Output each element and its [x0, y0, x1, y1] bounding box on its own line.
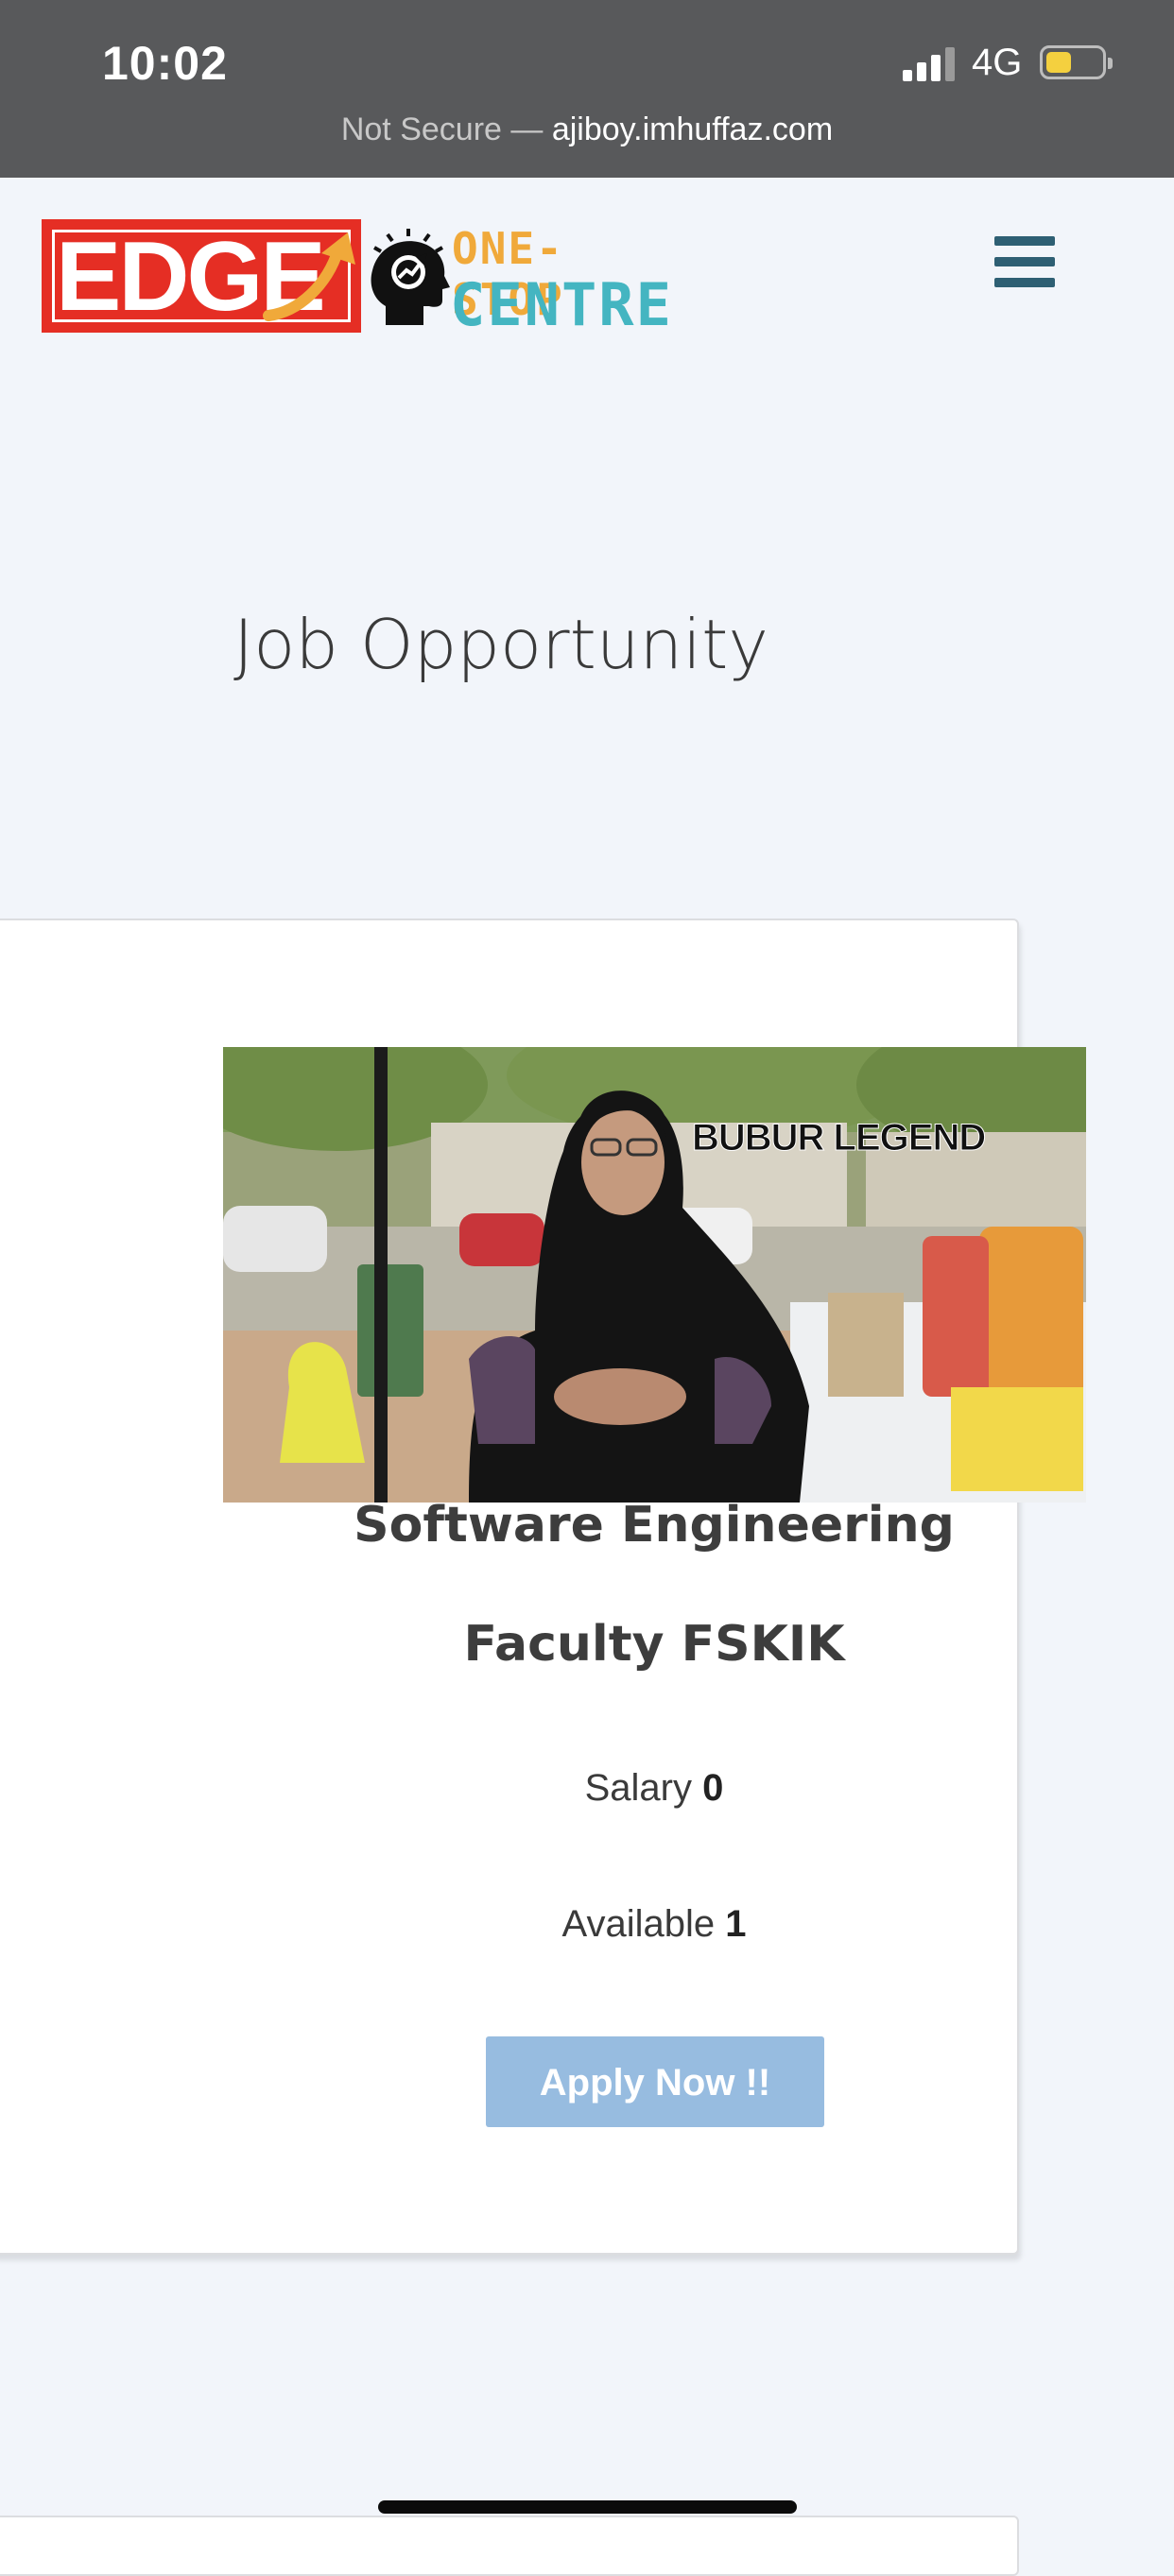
growth-arrow-icon	[263, 232, 355, 321]
security-label: Not Secure —	[340, 112, 544, 147]
salary-label: Salary	[584, 1767, 692, 1809]
hamburger-icon	[994, 236, 1055, 246]
brain-head-icon	[371, 229, 450, 325]
job-title: Software Engineering	[354, 1497, 955, 1554]
job-photo: BUBUR LEGEND	[223, 1047, 1086, 1503]
status-time: 10:02	[102, 37, 228, 90]
available-label: Available	[561, 1903, 716, 1945]
status-bar: 10:02 4G Not Secure — ajiboy.imhuffaz.co…	[0, 0, 1174, 178]
network-type: 4G	[972, 42, 1023, 83]
battery-icon	[1040, 45, 1113, 79]
photo-scene	[223, 1047, 1086, 1503]
home-indicator[interactable]	[378, 2500, 797, 2514]
site-logo[interactable]: EDGE ONE-STOP CENTRE	[42, 219, 675, 339]
page-title: Job Opportunity	[233, 605, 768, 684]
available-line: Available 1	[219, 1903, 1089, 1946]
logo-centre-text: CENTRE	[450, 270, 673, 339]
cellular-signal-icon	[903, 47, 955, 81]
next-job-card	[0, 2516, 1019, 2576]
photo-caption: BUBUR LEGEND	[691, 1117, 986, 1159]
apply-now-button[interactable]: Apply Now !!	[486, 2036, 824, 2127]
salary-value: 0	[702, 1767, 724, 1809]
hamburger-menu-button[interactable]	[994, 234, 1057, 289]
available-value: 1	[725, 1903, 747, 1945]
address-bar[interactable]: Not Secure — ajiboy.imhuffaz.com	[0, 112, 1174, 148]
salary-line: Salary 0	[219, 1767, 1089, 1810]
job-faculty: Faculty FSKIK	[463, 1616, 845, 1673]
url-host: ajiboy.imhuffaz.com	[551, 112, 834, 147]
